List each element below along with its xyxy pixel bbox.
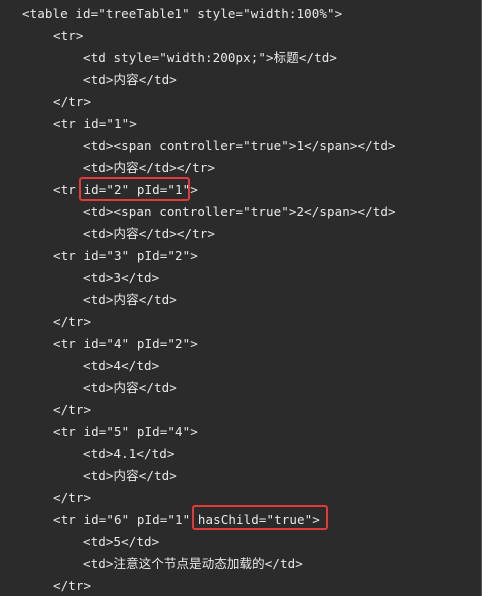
- code-line: <tr>: [53, 28, 84, 43]
- code-line: <tr id="4" pId="2">: [53, 336, 198, 351]
- code-line: <table id="treeTable1" style="width:100%…: [22, 6, 343, 21]
- code-line: <td>内容</td></tr>: [83, 160, 215, 175]
- code-line: <td>内容</td>: [83, 292, 177, 307]
- code-line: <td>内容</td>: [83, 468, 177, 483]
- code-line: <td>内容</td>: [83, 380, 177, 395]
- code-line: </tr>: [53, 490, 92, 505]
- code-line: <td style="width:200px;">标题</td>: [83, 50, 337, 65]
- code-line: <td>内容</td></tr>: [83, 226, 215, 241]
- code-line: <td>注意这个节点是动态加载的</td>: [83, 556, 303, 571]
- code-line: <td>内容</td>: [83, 72, 177, 87]
- code-line: <td><span controller="true">1</span></td…: [83, 138, 396, 153]
- highlight-box-pid-attribute: [79, 177, 190, 201]
- code-line: <tr id="5" pId="4">: [53, 424, 198, 439]
- code-line: <td>3</td>: [83, 270, 160, 285]
- code-line: <td>4</td>: [83, 358, 160, 373]
- highlight-box-haschild-attribute: [192, 505, 328, 530]
- code-line: <td><span controller="true">2</span></td…: [83, 204, 396, 219]
- code-line: </tr>: [53, 314, 92, 329]
- code-line: <tr id="3" pId="2">: [53, 248, 198, 263]
- code-line: </tr>: [53, 94, 92, 109]
- code-line: <td>4.1</td>: [83, 446, 175, 461]
- code-editor[interactable]: <table id="treeTable1" style="width:100%…: [0, 0, 482, 596]
- code-line: <tr id="1">: [53, 116, 137, 131]
- code-line: <td>5</td>: [83, 534, 160, 549]
- code-line: </tr>: [53, 402, 92, 417]
- code-line: </tr>: [53, 578, 92, 593]
